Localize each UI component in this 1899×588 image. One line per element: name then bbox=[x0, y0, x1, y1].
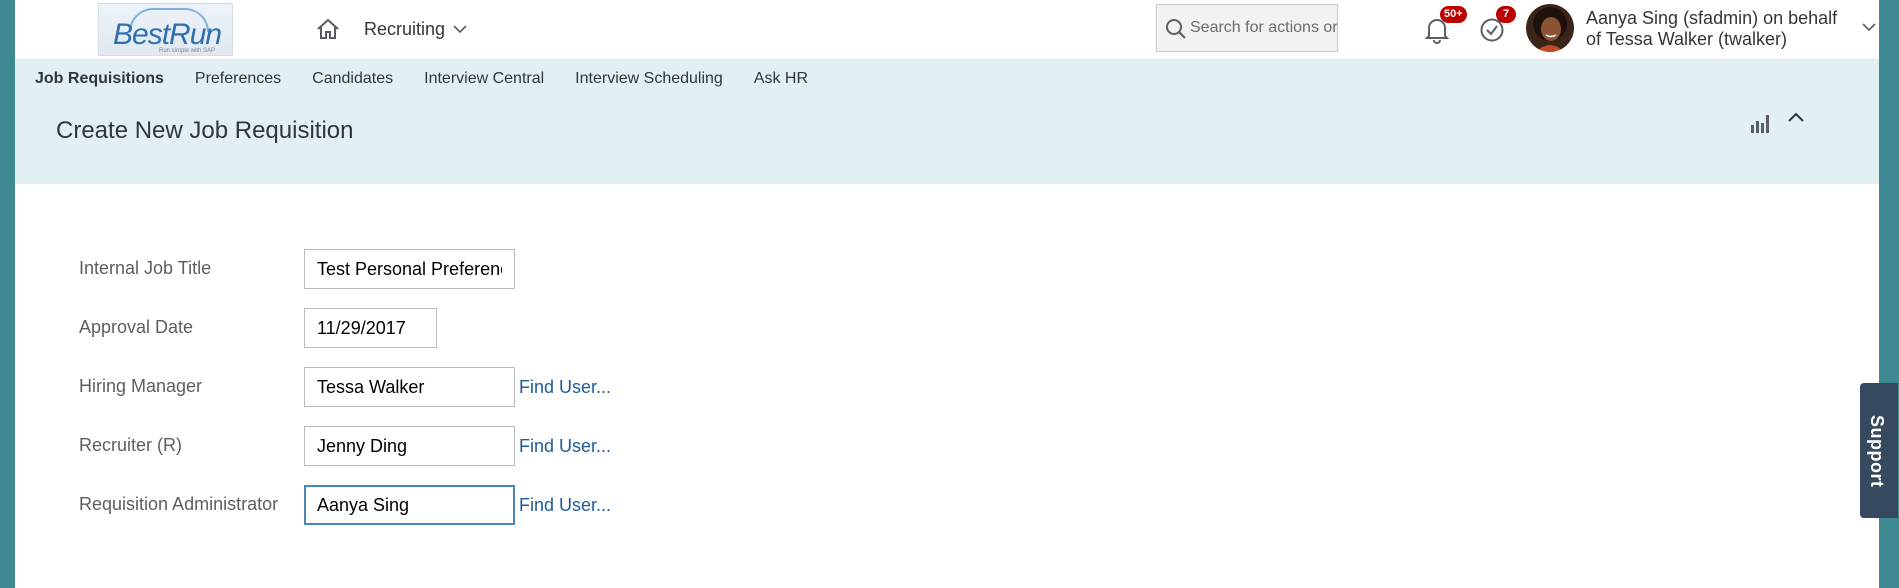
search-icon bbox=[1166, 19, 1186, 39]
hiring-manager-label: Hiring Manager bbox=[79, 376, 203, 396]
approvals-button[interactable]: 7 bbox=[1479, 6, 1516, 44]
chevron-down-icon[interactable] bbox=[1862, 22, 1876, 32]
shell-header: BestRun Run simple with SAP Recruiting 5… bbox=[15, 0, 1879, 60]
user-name[interactable]: Aanya Sing (sfadmin) on behalf of Tessa … bbox=[1586, 8, 1846, 50]
tab-interview-scheduling[interactable]: Interview Scheduling bbox=[575, 70, 723, 88]
form-row-approval-date: Approval Date bbox=[79, 308, 639, 350]
hiring-manager-find-user-link[interactable]: Find User... bbox=[519, 377, 611, 398]
page-header-band: Job Requisitions Preferences Candidates … bbox=[15, 60, 1879, 184]
approval-date-input[interactable] bbox=[304, 308, 437, 348]
recruiter-find-user-link[interactable]: Find User... bbox=[519, 436, 611, 457]
sub-navigation: Job Requisitions Preferences Candidates … bbox=[35, 70, 839, 88]
tab-preferences[interactable]: Preferences bbox=[195, 70, 281, 88]
requisition-administrator-find-user-link[interactable]: Find User... bbox=[519, 495, 611, 516]
tab-ask-hr[interactable]: Ask HR bbox=[754, 70, 808, 88]
page-title: Create New Job Requisition bbox=[56, 117, 354, 144]
notifications-badge: 50+ bbox=[1440, 6, 1467, 23]
global-search[interactable] bbox=[1156, 4, 1340, 52]
recruiter-input[interactable] bbox=[304, 426, 515, 466]
form-row-internal-job-title: Internal Job Title bbox=[79, 249, 639, 291]
product-menu-label: Recruiting bbox=[364, 18, 446, 39]
bar-chart-icon[interactable] bbox=[1749, 112, 1771, 134]
product-menu-button[interactable]: Recruiting bbox=[364, 16, 467, 42]
logo-text: BestRun bbox=[113, 18, 222, 51]
recruiter-label: Recruiter (R) bbox=[79, 435, 183, 455]
avatar[interactable] bbox=[1526, 4, 1574, 52]
chevron-down-icon bbox=[453, 25, 467, 34]
internal-job-title-input[interactable] bbox=[304, 249, 515, 289]
form-row-requisition-administrator: Requisition Administrator Find User... bbox=[79, 485, 639, 527]
tab-job-requisitions[interactable]: Job Requisitions bbox=[35, 70, 164, 88]
approvals-badge: 7 bbox=[1496, 6, 1516, 23]
user-photo-icon bbox=[1526, 4, 1574, 52]
form-row-recruiter: Recruiter (R) Find User... bbox=[79, 426, 639, 468]
requisition-administrator-input[interactable] bbox=[304, 485, 515, 525]
chevron-up-icon[interactable] bbox=[1787, 110, 1805, 124]
requisition-administrator-label: Requisition Administrator bbox=[79, 494, 279, 514]
search-input[interactable] bbox=[1190, 17, 1340, 39]
support-label: Support bbox=[1867, 415, 1887, 488]
tab-interview-central[interactable]: Interview Central bbox=[424, 70, 544, 88]
support-tab-button[interactable]: Support bbox=[1860, 383, 1898, 518]
home-icon[interactable] bbox=[315, 16, 341, 42]
hiring-manager-input[interactable] bbox=[304, 367, 515, 407]
notifications-button[interactable]: 50+ bbox=[1424, 6, 1467, 44]
window-left-edge bbox=[0, 0, 15, 588]
form-row-hiring-manager: Hiring Manager Find User... bbox=[79, 367, 639, 409]
approval-date-label: Approval Date bbox=[79, 317, 194, 337]
internal-job-title-label: Internal Job Title bbox=[79, 258, 212, 278]
company-logo[interactable]: BestRun Run simple with SAP bbox=[98, 3, 233, 56]
tab-candidates[interactable]: Candidates bbox=[312, 70, 393, 88]
logo-tagline: Run simple with SAP bbox=[159, 48, 216, 54]
